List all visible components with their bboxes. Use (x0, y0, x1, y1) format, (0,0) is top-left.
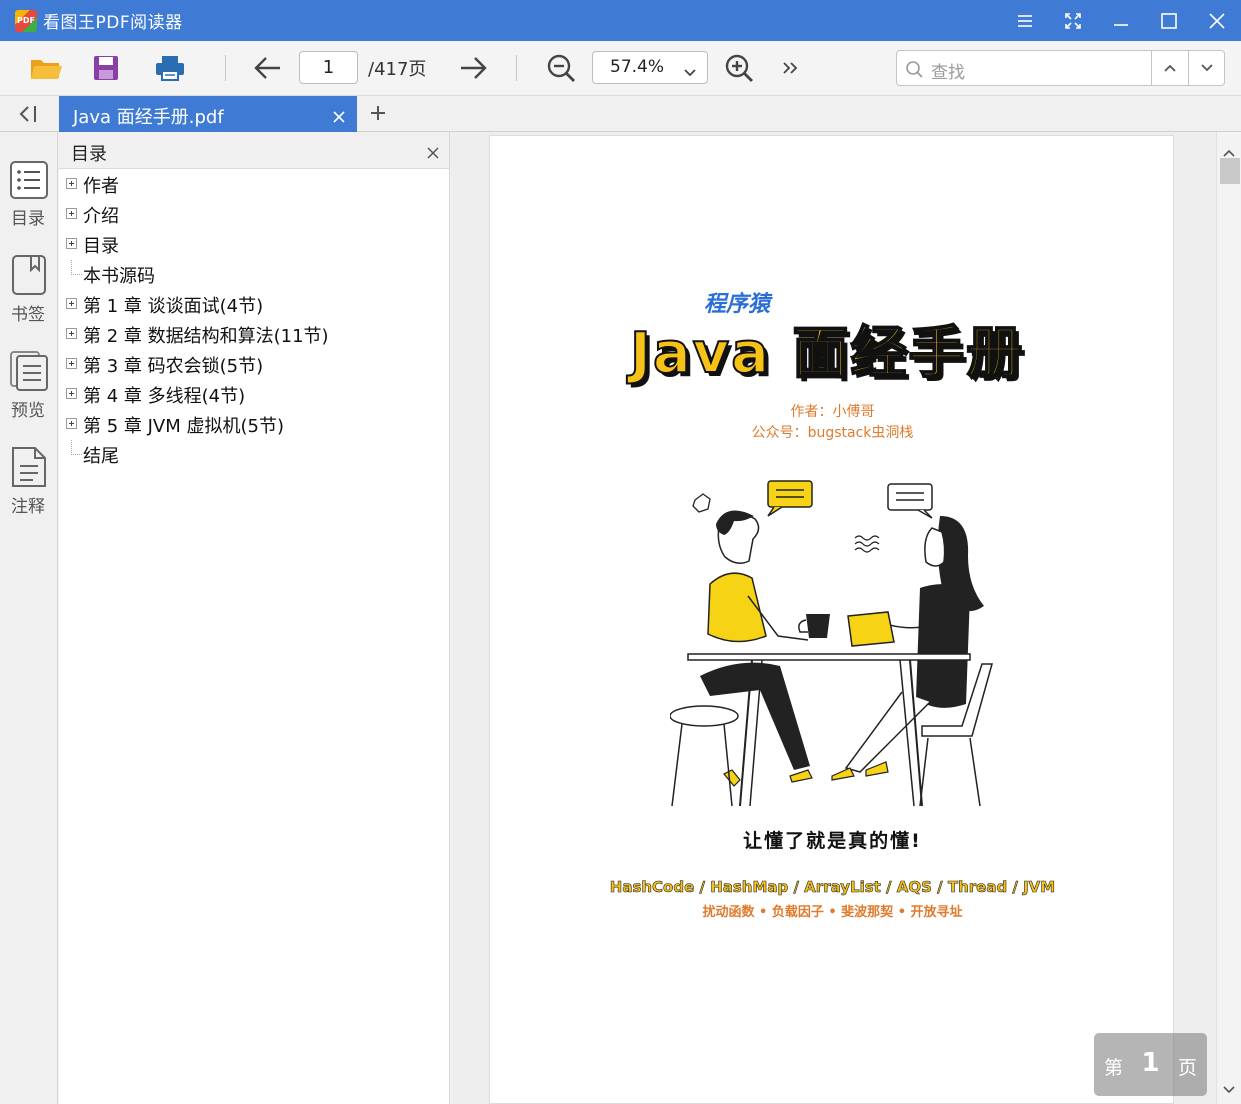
expand-icon[interactable] (66, 328, 77, 339)
outline-item-label: 第 1 章 谈谈面试(4节) (83, 296, 264, 317)
outline-title: 目录 (71, 144, 107, 165)
tree-connector (71, 260, 82, 275)
page-number-input[interactable]: 1 (299, 51, 358, 84)
app-logo-icon: PDF (15, 9, 37, 32)
sidebar-item-label: 预览 (11, 401, 45, 421)
tab-bar: Java 面经手册.pdf (0, 96, 1241, 132)
sidebar-item-annotations[interactable]: 注释 (0, 446, 58, 526)
menu-button[interactable] (1001, 0, 1049, 41)
outline-item[interactable]: 本书源码 (59, 260, 449, 290)
window-controls (1001, 0, 1241, 41)
sidebar-rail: 目录 书签 预览 注释 (0, 132, 58, 1104)
save-icon[interactable] (88, 51, 124, 85)
outline-item-label: 第 4 章 多线程(4节) (83, 386, 246, 407)
list-icon (10, 161, 48, 199)
outline-item[interactable]: 第 3 章 码农会锁(5节) (59, 350, 449, 380)
more-tools-icon[interactable] (772, 51, 808, 85)
cover-account: 公众号：bugstack虫洞栈 (751, 425, 914, 441)
outline-item-label: 本书源码 (83, 266, 155, 287)
sidebar-item-bookmarks[interactable]: 书签 (0, 254, 58, 334)
outline-item[interactable]: 结尾 (59, 440, 449, 470)
zoom-out-icon[interactable] (543, 51, 579, 85)
outline-item-label: 作者 (83, 176, 119, 197)
search-box[interactable]: 查找 (896, 50, 1225, 86)
page-indicator-suffix: 页 (1177, 1057, 1197, 1079)
toolbar-separator (516, 55, 517, 81)
cover-illustration (670, 480, 993, 807)
tree-connector (71, 440, 82, 455)
sidebar-item-label: 书签 (11, 305, 45, 325)
bookmark-icon (12, 255, 46, 295)
close-icon[interactable] (333, 108, 345, 127)
outline-item[interactable]: 目录 (59, 230, 449, 260)
minimize-button[interactable] (1097, 0, 1145, 41)
print-icon[interactable] (152, 51, 188, 85)
title-bar: PDF 看图王PDF阅读器 (0, 0, 1241, 41)
page-indicator: 第 1 页 (1094, 1033, 1207, 1096)
document-viewport[interactable]: 程序猿 Java 面经手册 作者：小傅哥 公众号：bugstack虫洞栈 让懂了… (451, 132, 1241, 1104)
cover-title: Java 面经手册 (629, 320, 1025, 387)
expand-icon[interactable] (66, 238, 77, 249)
close-icon[interactable] (427, 144, 439, 163)
cover-slogan: 让懂了就是真的懂! (743, 830, 922, 852)
expand-icon[interactable] (66, 358, 77, 369)
toolbar: 1 /417页 57.4% 查找 (0, 41, 1241, 96)
outline-item-label: 目录 (83, 236, 119, 257)
sidebar-item-outline[interactable]: 目录 (0, 160, 58, 240)
collapse-sidebar-icon[interactable] (16, 104, 40, 128)
outline-item[interactable]: 第 1 章 谈谈面试(4节) (59, 290, 449, 320)
outline-item-label: 第 3 章 码农会锁(5节) (83, 356, 264, 377)
next-page-icon[interactable] (455, 51, 491, 85)
expand-icon[interactable] (66, 388, 77, 399)
outline-item[interactable]: 第 5 章 JVM 虚拟机(5节) (59, 410, 449, 440)
outline-item-label: 结尾 (83, 446, 119, 467)
scrollbar-thumb[interactable] (1220, 158, 1240, 184)
close-button[interactable] (1193, 0, 1241, 41)
outline-item[interactable]: 介绍 (59, 200, 449, 230)
zoom-value: 57.4% (610, 57, 665, 77)
tab-title: Java 面经手册.pdf (73, 107, 224, 128)
expand-icon[interactable] (66, 298, 77, 309)
search-previous-button[interactable] (1151, 51, 1188, 85)
maximize-button[interactable] (1145, 0, 1193, 41)
scroll-down-icon[interactable] (1223, 1079, 1235, 1098)
previous-page-icon[interactable] (250, 51, 286, 85)
sidebar-item-label: 目录 (11, 209, 45, 229)
outline-item-label: 第 2 章 数据结构和算法(11节) (83, 326, 329, 347)
chevron-down-icon (683, 63, 697, 82)
page-total-label: /417页 (368, 59, 427, 80)
outline-item[interactable]: 第 2 章 数据结构和算法(11节) (59, 320, 449, 350)
search-input[interactable]: 查找 (931, 58, 965, 83)
outline-item-label: 介绍 (83, 206, 119, 227)
outline-item[interactable]: 作者 (59, 170, 449, 200)
expand-icon[interactable] (66, 208, 77, 219)
pdf-page: 程序猿 Java 面经手册 作者：小傅哥 公众号：bugstack虫洞栈 让懂了… (489, 135, 1174, 1104)
pdf-reader-window: PDF 看图王PDF阅读器 1 /417页 57.4% 查找 Java 面经手册… (0, 0, 1241, 1104)
cover-subtopics: 扰动函数 • 负载因子 • 斐波那契 • 开放寻址 (702, 905, 963, 920)
fullscreen-button[interactable] (1049, 0, 1097, 41)
sidebar-item-label: 注释 (11, 497, 45, 517)
thumbnails-icon (10, 351, 48, 391)
zoom-in-icon[interactable] (721, 51, 757, 85)
outline-item[interactable]: 第 4 章 多线程(4节) (59, 380, 449, 410)
search-next-button[interactable] (1188, 51, 1225, 85)
outline-panel: 目录 作者 介绍 目录 本书源码第 1 章 谈谈面试(4节) 第 2 章 数据结构和算法… (59, 132, 450, 1104)
zoom-level-select[interactable]: 57.4% (592, 51, 708, 84)
sidebar-item-preview[interactable]: 预览 (0, 350, 58, 430)
expand-icon[interactable] (66, 418, 77, 429)
search-icon (905, 60, 923, 82)
open-folder-icon[interactable] (28, 51, 64, 85)
tab-document[interactable]: Java 面经手册.pdf (59, 96, 357, 132)
expand-icon[interactable] (66, 178, 77, 189)
toolbar-separator (225, 55, 226, 81)
outline-header: 目录 (59, 132, 449, 169)
annotation-icon (12, 447, 46, 487)
outline-item-label: 第 5 章 JVM 虚拟机(5节) (83, 416, 284, 437)
cover-topics: HashCode / HashMap / ArrayList / AQS / T… (609, 878, 1056, 897)
cover-author: 作者：小傅哥 (790, 404, 875, 420)
vertical-scrollbar[interactable] (1216, 132, 1241, 1104)
add-tab-icon[interactable] (369, 104, 387, 126)
window-title: 看图王PDF阅读器 (43, 13, 183, 33)
